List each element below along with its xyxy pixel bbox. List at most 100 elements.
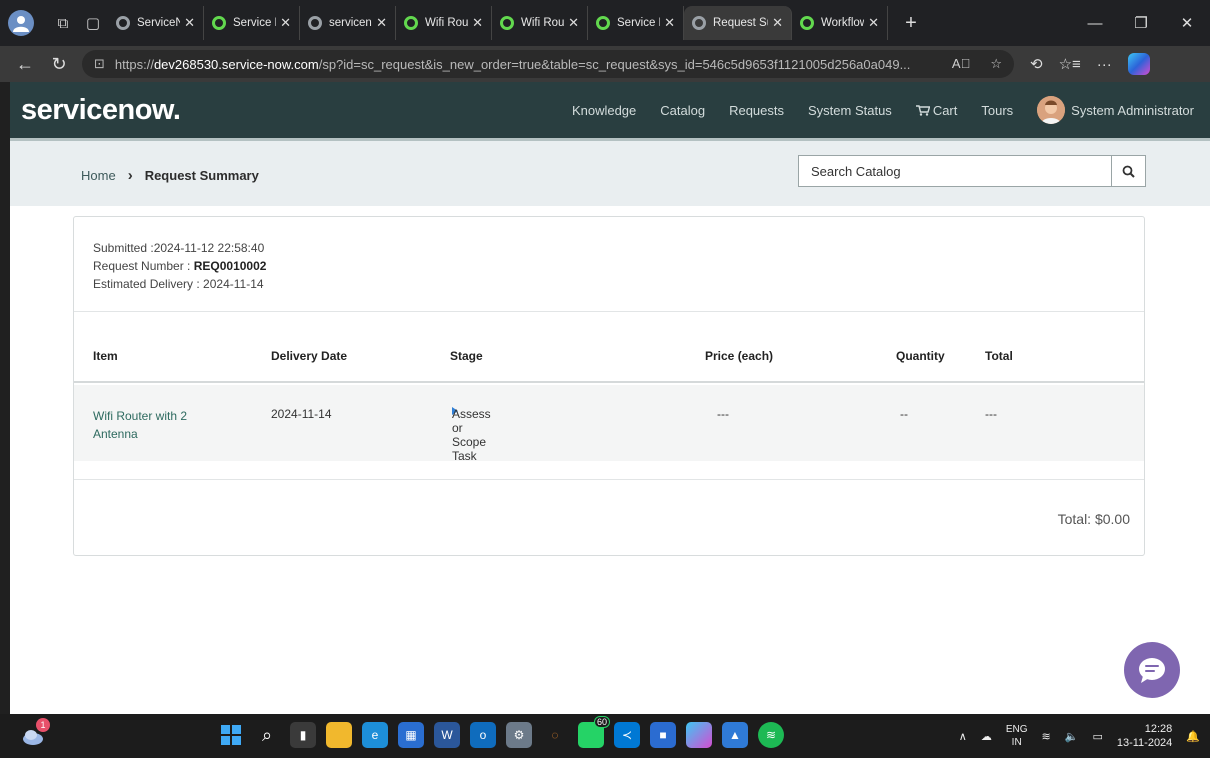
loading-icon[interactable]: ◌ (542, 722, 568, 748)
close-tab-icon[interactable]: ✕ (280, 15, 291, 31)
tab-title: Service Portal (233, 17, 276, 29)
edge-browser-icon[interactable]: e (362, 722, 388, 748)
copilot-taskbar-icon[interactable] (686, 722, 712, 748)
tab-title: Workflow (821, 17, 865, 29)
close-tab-icon[interactable]: ✕ (376, 15, 387, 31)
more-menu-icon[interactable]: ··· (1097, 56, 1112, 73)
close-tab-icon[interactable]: ✕ (472, 15, 483, 31)
tab-wifi-router-2[interactable]: Wifi Router ✕ (492, 6, 588, 40)
tab-wifi-router-1[interactable]: Wifi Router ✕ (396, 6, 492, 40)
document-favicon-icon (308, 16, 322, 30)
window-controls: — ❐ ✕ (1072, 0, 1210, 46)
close-tab-icon[interactable]: ✕ (772, 15, 783, 31)
table-row: Wifi Router with 2 Antenna 2024-11-14 As… (74, 385, 1144, 463)
tab-actions-icon[interactable]: ▢ (78, 8, 108, 38)
cell-quantity: -- (900, 407, 908, 421)
request-number-label: Request Number : (93, 259, 194, 273)
system-tray: ∧ ☁ ENG IN ≋ 🔈 ▭ 12:28 13-11-2024 🔔 (959, 714, 1200, 758)
nav-cart[interactable]: Cart (915, 103, 957, 118)
request-meta: Submitted :2024-11-12 22:58:40 Request N… (93, 239, 266, 293)
profile-icon[interactable] (8, 10, 34, 36)
notification-bell-icon[interactable]: 🔔 (1186, 730, 1200, 743)
nav-tours[interactable]: Tours (981, 103, 1013, 118)
tab-title: ServiceNow (137, 17, 180, 29)
spotify-icon[interactable]: ≋ (758, 722, 784, 748)
submitted-value: 2024-11-12 22:58:40 (153, 241, 265, 255)
close-tab-icon[interactable]: ✕ (664, 15, 675, 31)
tab-workflow[interactable]: Workflow ✕ (792, 6, 888, 40)
close-tab-icon[interactable]: ✕ (868, 15, 879, 31)
favorite-star-icon[interactable]: ☆ (990, 56, 1002, 72)
favorites-icon[interactable]: ☆≡ (1059, 55, 1081, 73)
nav-catalog[interactable]: Catalog (660, 103, 705, 118)
breadcrumb-band: Home › Request Summary (10, 138, 1210, 206)
divider (74, 479, 1144, 480)
url-field[interactable]: ⊡ https://dev268530.service-now.com/sp?i… (82, 50, 1014, 78)
workspaces-icon[interactable]: ⧉ (48, 8, 78, 38)
minimize-icon[interactable]: — (1072, 15, 1118, 32)
close-tab-icon[interactable]: ✕ (568, 15, 579, 31)
servicenow-favicon-icon (116, 16, 130, 30)
copilot-icon[interactable] (1127, 53, 1150, 75)
close-tab-icon[interactable]: ✕ (184, 15, 195, 31)
file-explorer-icon[interactable] (326, 722, 352, 748)
word-icon[interactable]: W (434, 722, 460, 748)
settings-gear-icon[interactable]: ⚙ (506, 722, 532, 748)
item-link[interactable]: Wifi Router with 2 Antenna (93, 407, 223, 443)
taskbar-apps: ⌕ ▮ e ▦ W o ⚙ ◌ 60 ≺ ■ ▲ ≋ (218, 716, 784, 748)
close-window-icon[interactable]: ✕ (1164, 14, 1210, 32)
main-content: Submitted :2024-11-12 22:58:40 Request N… (10, 206, 1210, 714)
chat-button[interactable] (1124, 642, 1180, 698)
breadcrumb-home[interactable]: Home (81, 168, 116, 183)
tab-servicenow[interactable]: ServiceNow ✕ (108, 6, 204, 40)
clock[interactable]: 12:28 13-11-2024 (1117, 722, 1172, 750)
new-tab-icon[interactable]: + (898, 12, 924, 35)
restore-icon[interactable]: ❐ (1118, 14, 1164, 32)
search-icon[interactable]: ⌕ (254, 722, 280, 748)
column-header-delivery-date: Delivery Date (271, 349, 348, 363)
cell-stage: Assess or Scope Task (452, 407, 491, 463)
user-menu[interactable]: System Administrator (1071, 103, 1194, 118)
tab-service-portal[interactable]: Service Portal ✕ (204, 6, 300, 40)
catalog-search (798, 155, 1146, 187)
extensions-icon[interactable]: ⟲ (1030, 55, 1043, 73)
nav-requests[interactable]: Requests (729, 103, 784, 118)
chevron-up-icon[interactable]: ∧ (959, 730, 967, 743)
windows-start-icon[interactable] (218, 722, 244, 748)
nav-system-status[interactable]: System Status (808, 103, 892, 118)
tab-servicenow-docs[interactable]: servicenow ✕ (300, 6, 396, 40)
servicenow-logo[interactable]: servicenow. (21, 94, 181, 127)
photos-icon[interactable]: ▲ (722, 722, 748, 748)
cart-icon (915, 104, 930, 116)
back-icon[interactable]: ← (8, 54, 42, 75)
servicenow-favicon-icon (800, 16, 814, 30)
avatar[interactable] (1037, 96, 1066, 124)
vscode-icon[interactable]: ≺ (614, 722, 640, 748)
battery-icon[interactable]: ▭ (1092, 730, 1102, 743)
cell-price: --- (717, 407, 729, 421)
task-view-icon[interactable]: ▮ (290, 722, 316, 748)
search-input[interactable] (799, 156, 1111, 186)
portal-nav: Knowledge Catalog Requests System Status… (572, 82, 1210, 138)
wifi-icon[interactable]: ≋ (1042, 730, 1051, 743)
onedrive-cloud-icon[interactable]: ☁ (981, 730, 992, 743)
nav-knowledge[interactable]: Knowledge (572, 103, 636, 118)
table-header: Item Delivery Date Stage Price (each) Qu… (74, 335, 1144, 383)
app-icon[interactable]: ■ (650, 722, 676, 748)
volume-icon[interactable]: 🔈 (1065, 730, 1079, 743)
site-info-icon[interactable]: ⊡ (94, 56, 105, 72)
whatsapp-icon[interactable]: 60 (578, 716, 610, 748)
submitted-line: Submitted :2024-11-12 22:58:40 (93, 239, 266, 257)
store-icon[interactable]: ▦ (398, 722, 424, 748)
language-indicator[interactable]: ENG IN (1006, 723, 1028, 749)
tab-service-portal-2[interactable]: Service Portal ✕ (588, 6, 684, 40)
url-prefix: https:// (114, 56, 154, 72)
tab-request-summary[interactable]: Request Summary ✕ (684, 6, 792, 40)
read-aloud-icon[interactable]: A᪲ (952, 56, 970, 72)
column-header-price: Price (each) (705, 349, 774, 363)
outlook-icon[interactable]: o (470, 722, 496, 748)
search-button[interactable] (1111, 156, 1145, 186)
refresh-icon[interactable]: ↻ (42, 54, 76, 75)
browser-tab-bar: ⧉ ▢ ServiceNow ✕ Service Portal ✕ servic… (0, 0, 1210, 46)
request-number-value: REQ0010002 (193, 259, 267, 273)
